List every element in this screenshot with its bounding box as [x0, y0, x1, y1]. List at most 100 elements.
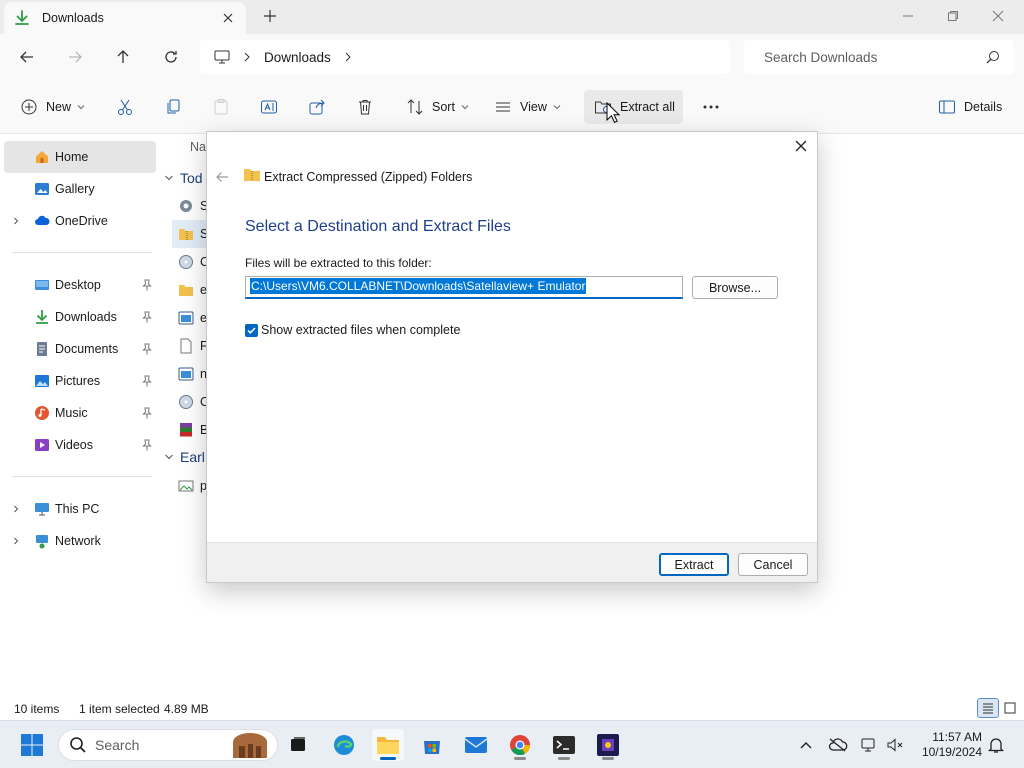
- taskbar-chrome[interactable]: [504, 729, 536, 761]
- chevron-down-icon: [165, 454, 173, 460]
- group-header-today[interactable]: Tod: [164, 170, 203, 186]
- minimize-button[interactable]: [896, 6, 920, 26]
- sidebar-item-music[interactable]: Music: [0, 397, 158, 429]
- dialog-close-icon[interactable]: [793, 138, 809, 154]
- more-icon: [703, 105, 719, 109]
- taskbar-mail[interactable]: [460, 729, 492, 761]
- desktop-icon: [35, 280, 49, 290]
- sidebar-item-this-pc[interactable]: This PC: [0, 493, 158, 525]
- sidebar-item-videos[interactable]: Videos: [0, 429, 158, 461]
- sidebar-item-downloads[interactable]: Downloads: [0, 301, 158, 333]
- list-view-icon: [983, 703, 993, 714]
- paste-icon: [214, 99, 228, 115]
- documents-icon: [37, 342, 47, 356]
- sidebar-item-desktop[interactable]: Desktop: [0, 269, 158, 301]
- sidebar-item-gallery[interactable]: Gallery: [0, 173, 158, 205]
- taskbar-edge[interactable]: [328, 729, 360, 761]
- command-bar: New Sort View Extract all Details: [0, 80, 1024, 134]
- tiles-view-button[interactable]: [999, 698, 1021, 718]
- zip-folder-icon: [244, 169, 260, 181]
- details-view-button[interactable]: [977, 698, 999, 718]
- notifications-button[interactable]: [986, 735, 1006, 755]
- cd-file-icon: [179, 395, 193, 409]
- cancel-button[interactable]: Cancel: [738, 553, 808, 576]
- search-input[interactable]: Search Downloads: [764, 50, 877, 65]
- taskbar-task-view[interactable]: [282, 729, 314, 761]
- chevron-right-icon[interactable]: [343, 52, 353, 62]
- taskbar-file-explorer[interactable]: [372, 729, 404, 761]
- breadcrumb-downloads[interactable]: Downloads: [264, 50, 331, 65]
- column-header-name[interactable]: Na: [190, 140, 206, 154]
- new-tab-icon[interactable]: [262, 8, 278, 24]
- close-window-button[interactable]: [986, 6, 1010, 26]
- show-files-label: Show extracted files when complete: [261, 323, 461, 337]
- sidebar-item-home[interactable]: Home: [4, 141, 156, 173]
- show-hidden-icons-button[interactable]: [796, 735, 816, 755]
- up-button[interactable]: [110, 44, 136, 70]
- onedrive-status-button[interactable]: [828, 735, 848, 755]
- chevron-right-icon[interactable]: [12, 505, 20, 513]
- paste-button[interactable]: [212, 94, 230, 120]
- copy-button[interactable]: [164, 94, 182, 120]
- view-button[interactable]: View: [494, 94, 561, 120]
- mouse-cursor-icon: [606, 102, 620, 123]
- tab-downloads[interactable]: Downloads: [4, 2, 246, 34]
- sidebar-item-label: This PC: [55, 502, 100, 516]
- delete-button[interactable]: [356, 94, 374, 120]
- show-files-option[interactable]: Show extracted files when complete: [245, 323, 460, 337]
- taskbar-search[interactable]: Search: [58, 729, 278, 761]
- windows-start-icon[interactable]: [20, 733, 44, 757]
- chevron-right-icon[interactable]: [12, 537, 20, 545]
- details-label: Details: [964, 100, 1003, 114]
- network-status-button[interactable]: [860, 735, 880, 755]
- taskbar-terminal[interactable]: [548, 729, 580, 761]
- taskbar-emulator-app[interactable]: [592, 729, 624, 761]
- address-row: Downloads Search Downloads: [0, 34, 1024, 80]
- breadcrumb[interactable]: Downloads: [200, 40, 730, 74]
- more-options-button[interactable]: [702, 94, 720, 120]
- app-file-icon: [178, 367, 194, 381]
- taskbar-store[interactable]: [416, 729, 448, 761]
- sidebar-item-network[interactable]: Network: [0, 525, 158, 557]
- volume-button[interactable]: [885, 735, 905, 755]
- show-files-checkbox[interactable]: [245, 323, 258, 337]
- refresh-icon: [165, 51, 177, 63]
- pin-icon: [142, 407, 152, 419]
- running-indicator: [602, 757, 614, 760]
- sidebar-item-onedrive[interactable]: OneDrive: [0, 205, 158, 237]
- sidebar-item-label: Downloads: [55, 310, 117, 324]
- group-header-earlier[interactable]: Earl: [164, 449, 205, 465]
- maximize-button[interactable]: [941, 6, 965, 26]
- sidebar-item-label: Desktop: [55, 278, 101, 292]
- forward-button[interactable]: [62, 44, 88, 70]
- details-button[interactable]: Details: [938, 94, 1002, 120]
- sidebar-item-label: Gallery: [55, 182, 95, 196]
- close-tab-icon[interactable]: [220, 10, 236, 26]
- onedrive-icon: [35, 215, 50, 225]
- extract-button[interactable]: Extract: [659, 553, 729, 576]
- sidebar-item-label: Pictures: [55, 374, 101, 388]
- videos-icon: [35, 439, 49, 451]
- extract-all-button[interactable]: Extract all: [584, 90, 683, 124]
- back-button[interactable]: [14, 44, 40, 70]
- gallery-icon: [35, 183, 49, 195]
- destination-path-input[interactable]: C:\Users\VM6.COLLABNET\Downloads\Satella…: [245, 276, 683, 299]
- selection-info: 1 item selected: [79, 702, 160, 716]
- share-button[interactable]: [308, 94, 326, 120]
- system-clock[interactable]: 11:57 AM 10/19/2024: [916, 730, 982, 760]
- restore-icon: [948, 11, 958, 21]
- trash-icon: [359, 100, 371, 115]
- dialog-back-icon[interactable]: [215, 170, 229, 184]
- new-button[interactable]: New: [20, 94, 85, 120]
- checkmark-icon: [247, 326, 256, 334]
- share-icon: [309, 99, 325, 115]
- search-box[interactable]: Search Downloads: [744, 40, 1014, 74]
- refresh-button[interactable]: [158, 44, 184, 70]
- sidebar-item-documents[interactable]: Documents: [0, 333, 158, 365]
- sort-button[interactable]: Sort: [406, 94, 469, 120]
- sidebar-item-pictures[interactable]: Pictures: [0, 365, 158, 397]
- chevron-right-icon[interactable]: [12, 217, 20, 225]
- browse-button[interactable]: Browse...: [692, 276, 778, 299]
- cut-button[interactable]: [116, 94, 134, 120]
- rename-button[interactable]: [260, 94, 278, 120]
